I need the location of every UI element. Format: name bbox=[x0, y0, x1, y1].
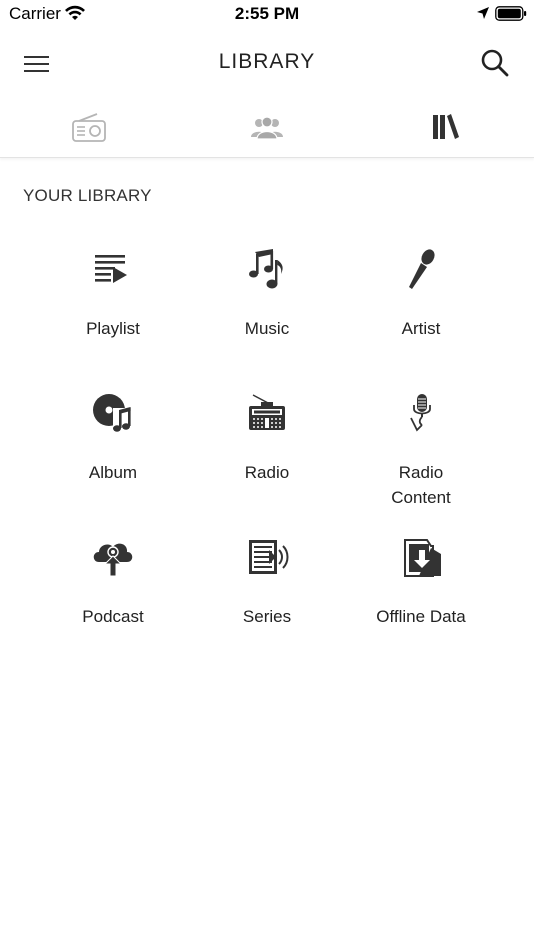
library-item-label: Radio Content bbox=[391, 463, 451, 507]
search-icon bbox=[481, 49, 509, 77]
music-notes-icon bbox=[249, 249, 283, 289]
tab-bar bbox=[0, 100, 534, 158]
tab-radio[interactable] bbox=[0, 100, 178, 158]
library-item-label: Radio bbox=[244, 463, 290, 482]
series-broadcast-icon bbox=[249, 540, 289, 574]
library-books-icon bbox=[433, 114, 459, 139]
radio-receiver-icon bbox=[249, 394, 285, 430]
section-title: YOUR LIBRARY bbox=[23, 186, 152, 205]
library-item-radio-content[interactable]: Radio Content bbox=[341, 390, 501, 510]
library-item-music[interactable]: Music bbox=[187, 246, 347, 366]
library-item-podcast[interactable]: Podcast bbox=[33, 534, 193, 654]
battery-icon bbox=[495, 6, 527, 21]
library-item-album[interactable]: Album bbox=[33, 390, 193, 510]
library-item-artist[interactable]: Artist bbox=[341, 246, 501, 366]
library-item-label: Artist bbox=[401, 319, 441, 338]
library-item-label: Album bbox=[88, 463, 138, 482]
podcast-upload-icon bbox=[93, 543, 133, 577]
album-disc-icon bbox=[93, 394, 133, 432]
library-item-offline-data[interactable]: Offline Data bbox=[341, 534, 501, 654]
library-item-label: Playlist bbox=[86, 319, 140, 338]
tab-community[interactable] bbox=[178, 100, 356, 158]
page-title: LIBRARY bbox=[218, 50, 316, 73]
library-item-label: Music bbox=[244, 319, 290, 338]
status-bar: Carrier 2:55 PM bbox=[0, 0, 534, 28]
library-item-label: Series bbox=[242, 607, 292, 626]
library-item-label: Offline Data bbox=[376, 607, 466, 626]
users-icon bbox=[251, 116, 283, 140]
library-item-playlist[interactable]: Playlist bbox=[33, 246, 193, 366]
library-screen: Carrier 2:55 PM LIBRARY YOUR LIBRARY Pla… bbox=[0, 0, 534, 950]
offline-download-icon bbox=[404, 539, 441, 577]
playlist-icon bbox=[95, 255, 127, 283]
library-item-series[interactable]: Series bbox=[187, 534, 347, 654]
radio-icon bbox=[72, 113, 106, 142]
microphone-icon bbox=[409, 249, 435, 289]
library-item-radio[interactable]: Radio bbox=[187, 390, 347, 510]
studio-microphone-icon bbox=[410, 394, 431, 432]
search-button[interactable] bbox=[478, 46, 512, 80]
library-item-label: Podcast bbox=[82, 607, 144, 626]
location-arrow-icon bbox=[477, 7, 489, 19]
clock: 2:55 PM bbox=[234, 4, 300, 23]
tab-library[interactable] bbox=[356, 100, 534, 158]
nav-bar: LIBRARY bbox=[0, 28, 534, 100]
